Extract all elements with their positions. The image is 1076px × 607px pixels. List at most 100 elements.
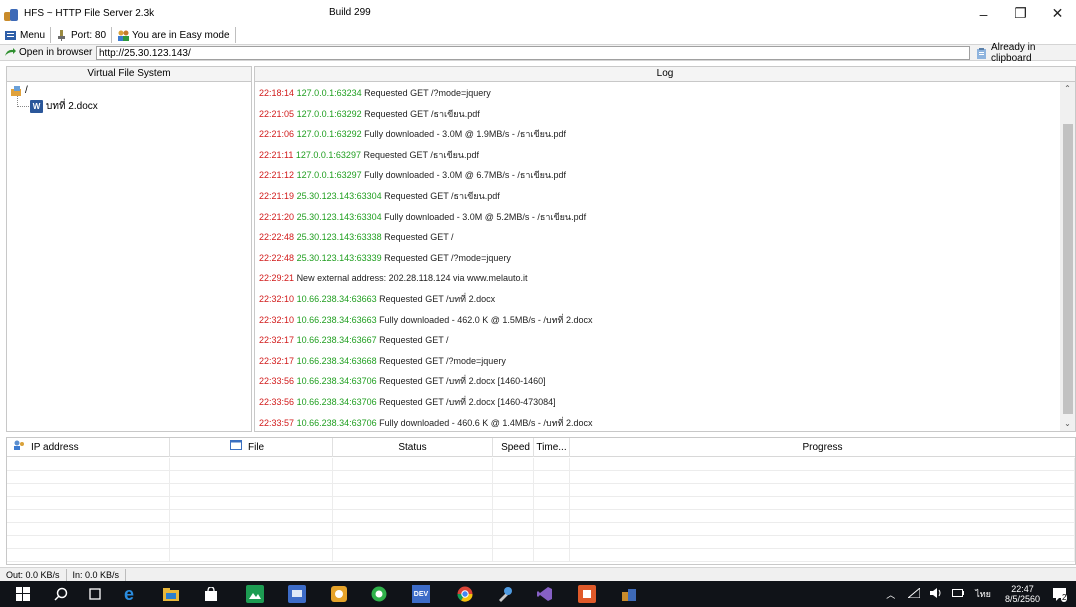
- clock[interactable]: 22:47 8/5/2560: [1005, 584, 1040, 604]
- volume-icon[interactable]: [930, 588, 942, 600]
- col-file[interactable]: File: [170, 438, 333, 457]
- log-scrollbar[interactable]: ⌃ ⌄: [1060, 82, 1075, 431]
- mode-button[interactable]: You are in Easy mode: [112, 27, 236, 43]
- vfs-root-item[interactable]: /: [11, 85, 28, 96]
- log-line[interactable]: 22:33:56 10.66.238.34:63706 Requested GE…: [259, 374, 1059, 395]
- scroll-down-icon[interactable]: ⌄: [1060, 417, 1075, 431]
- connection-row[interactable]: [7, 471, 1075, 484]
- word-doc-icon: W: [30, 100, 43, 113]
- col-progress[interactable]: Progress: [570, 438, 1075, 457]
- file-explorer-icon[interactable]: [162, 585, 180, 603]
- tools-icon[interactable]: [496, 585, 514, 603]
- dev-app-icon[interactable]: DEV: [412, 585, 430, 603]
- col-file-label: File: [248, 442, 265, 453]
- log-line[interactable]: 22:22:48 25.30.123.143:63338 Requested G…: [259, 230, 1059, 251]
- log-line[interactable]: 22:21:06 127.0.0.1:63292 Fully downloade…: [259, 127, 1059, 148]
- window-title: HFS ~ HTTP File Server 2.3k: [24, 8, 155, 19]
- visual-studio-icon[interactable]: [536, 585, 554, 603]
- log-line-time: 22:22:48: [259, 232, 295, 243]
- log-line-message: Fully downloaded - 3.0M @ 6.7MB/s - /ธาเ…: [364, 170, 567, 181]
- connection-cell: [493, 549, 534, 561]
- log-line[interactable]: 22:21:05 127.0.0.1:63292 Requested GET /…: [259, 107, 1059, 128]
- open-in-browser-button[interactable]: Open in browser: [0, 45, 92, 60]
- restore-button[interactable]: ❐: [1002, 0, 1039, 27]
- col-ip-address[interactable]: IP address: [7, 438, 170, 457]
- chrome-icon[interactable]: [456, 585, 474, 603]
- log-line-time: 22:32:17: [259, 335, 295, 346]
- connection-row[interactable]: [7, 523, 1075, 536]
- clipboard-button[interactable]: Already in clipboard: [973, 42, 1075, 64]
- edge-browser-icon[interactable]: e: [120, 584, 138, 604]
- virtual-file-system-panel[interactable]: / W บทที่ 2.docx: [6, 82, 252, 432]
- store-icon[interactable]: [202, 585, 220, 603]
- log-line-message: Requested GET /?mode=jquery: [384, 252, 511, 263]
- log-line-message: New external address: 202.28.118.124 via…: [296, 273, 528, 284]
- scroll-up-icon[interactable]: ⌃: [1060, 82, 1075, 96]
- close-button[interactable]: ✕: [1039, 0, 1076, 27]
- connections-panel[interactable]: IP address File Status Speed Time... Pro…: [6, 437, 1076, 565]
- orange-app-icon[interactable]: [578, 585, 596, 603]
- log-line[interactable]: 22:32:10 10.66.238.34:63663 Requested GE…: [259, 292, 1059, 313]
- log-line[interactable]: 22:33:57 10.66.238.34:63706 Fully downlo…: [259, 416, 1059, 437]
- connection-cell: [333, 458, 493, 470]
- log-line-address: 10.66.238.34:63706: [296, 417, 377, 428]
- col-time[interactable]: Time...: [534, 438, 570, 457]
- clock-date: 8/5/2560: [1004, 594, 1040, 604]
- connection-cell: [7, 536, 170, 548]
- log-line[interactable]: 22:21:12 127.0.0.1:63297 Fully downloade…: [259, 168, 1059, 189]
- ip-address-icon: [13, 438, 25, 457]
- connection-cell: [170, 497, 333, 509]
- connection-cell: [333, 471, 493, 483]
- log-line-address: 10.66.238.34:63706: [296, 396, 377, 407]
- monitor-app-icon[interactable]: [288, 585, 306, 603]
- minimize-button[interactable]: –: [965, 0, 1002, 27]
- log-line[interactable]: 22:21:20 25.30.123.143:63304 Fully downl…: [259, 210, 1059, 231]
- language-indicator[interactable]: ไทย: [975, 587, 991, 601]
- vfs-file-label: บทที่ 2.docx: [46, 101, 98, 112]
- log-line-message: Requested GET /?mode=jquery: [379, 355, 506, 366]
- log-line-time: 22:21:19: [259, 190, 295, 201]
- connection-row[interactable]: [7, 458, 1075, 471]
- out-speed: Out: 0.0 KB/s: [0, 568, 67, 581]
- log-line-message: Fully downloaded - 462.0 K @ 1.5MB/s - /…: [379, 314, 593, 325]
- yellow-app-icon[interactable]: [330, 585, 348, 603]
- hfs-taskbar-icon[interactable]: [620, 585, 638, 603]
- log-line[interactable]: 22:29:21 New external address: 202.28.11…: [259, 271, 1059, 292]
- url-field[interactable]: [96, 46, 970, 60]
- connection-row[interactable]: [7, 484, 1075, 497]
- log-line[interactable]: 22:33:56 10.66.238.34:63706 Requested GE…: [259, 395, 1059, 416]
- connection-row[interactable]: [7, 536, 1075, 549]
- chrome-like-icon[interactable]: [370, 585, 388, 603]
- log-line[interactable]: 22:32:17 10.66.238.34:63668 Requested GE…: [259, 354, 1059, 375]
- connection-row[interactable]: [7, 497, 1075, 510]
- log-line[interactable]: 22:22:48 25.30.123.143:63339 Requested G…: [259, 251, 1059, 272]
- menu-button[interactable]: Menu: [0, 27, 52, 43]
- log-line-message: Requested GET /บทที่ 2.docx [1460-473084…: [379, 396, 556, 407]
- log-line[interactable]: 22:21:19 25.30.123.143:63304 Requested G…: [259, 189, 1059, 210]
- connection-row[interactable]: [7, 510, 1075, 523]
- vfs-file-item[interactable]: W บทที่ 2.docx: [30, 99, 98, 114]
- battery-icon[interactable]: [952, 589, 965, 599]
- col-status[interactable]: Status: [333, 438, 493, 457]
- log-line-time: 22:32:17: [259, 355, 295, 366]
- log-line-time: 22:33:56: [259, 396, 295, 407]
- connection-cell: [7, 471, 170, 483]
- notification-icon[interactable]: 2: [1052, 586, 1068, 602]
- scroll-thumb[interactable]: [1063, 124, 1073, 414]
- photos-icon[interactable]: [246, 585, 264, 603]
- log-line[interactable]: 22:32:10 10.66.238.34:63663 Fully downlo…: [259, 313, 1059, 334]
- col-speed[interactable]: Speed: [493, 438, 534, 457]
- log-panel[interactable]: 22:18:14 127.0.0.1:63234 Requested GET /…: [254, 82, 1076, 432]
- log-line[interactable]: 22:18:14 127.0.0.1:63234 Requested GET /…: [259, 86, 1059, 107]
- network-icon[interactable]: [906, 586, 921, 600]
- task-view-icon[interactable]: [86, 585, 104, 603]
- search-icon[interactable]: [52, 585, 70, 603]
- connection-row[interactable]: [7, 549, 1075, 562]
- log-line-time: 22:18:14: [259, 88, 295, 98]
- log-line-time: 22:29:21: [259, 273, 295, 284]
- log-line[interactable]: 22:21:11 127.0.0.1:63297 Requested GET /…: [259, 148, 1059, 169]
- start-windows-icon[interactable]: [14, 585, 32, 603]
- port-button[interactable]: Port: 80: [51, 27, 113, 43]
- log-line[interactable]: 22:32:17 10.66.238.34:63667 Requested GE…: [259, 333, 1059, 354]
- tray-chevron-icon[interactable]: ︿: [886, 588, 895, 601]
